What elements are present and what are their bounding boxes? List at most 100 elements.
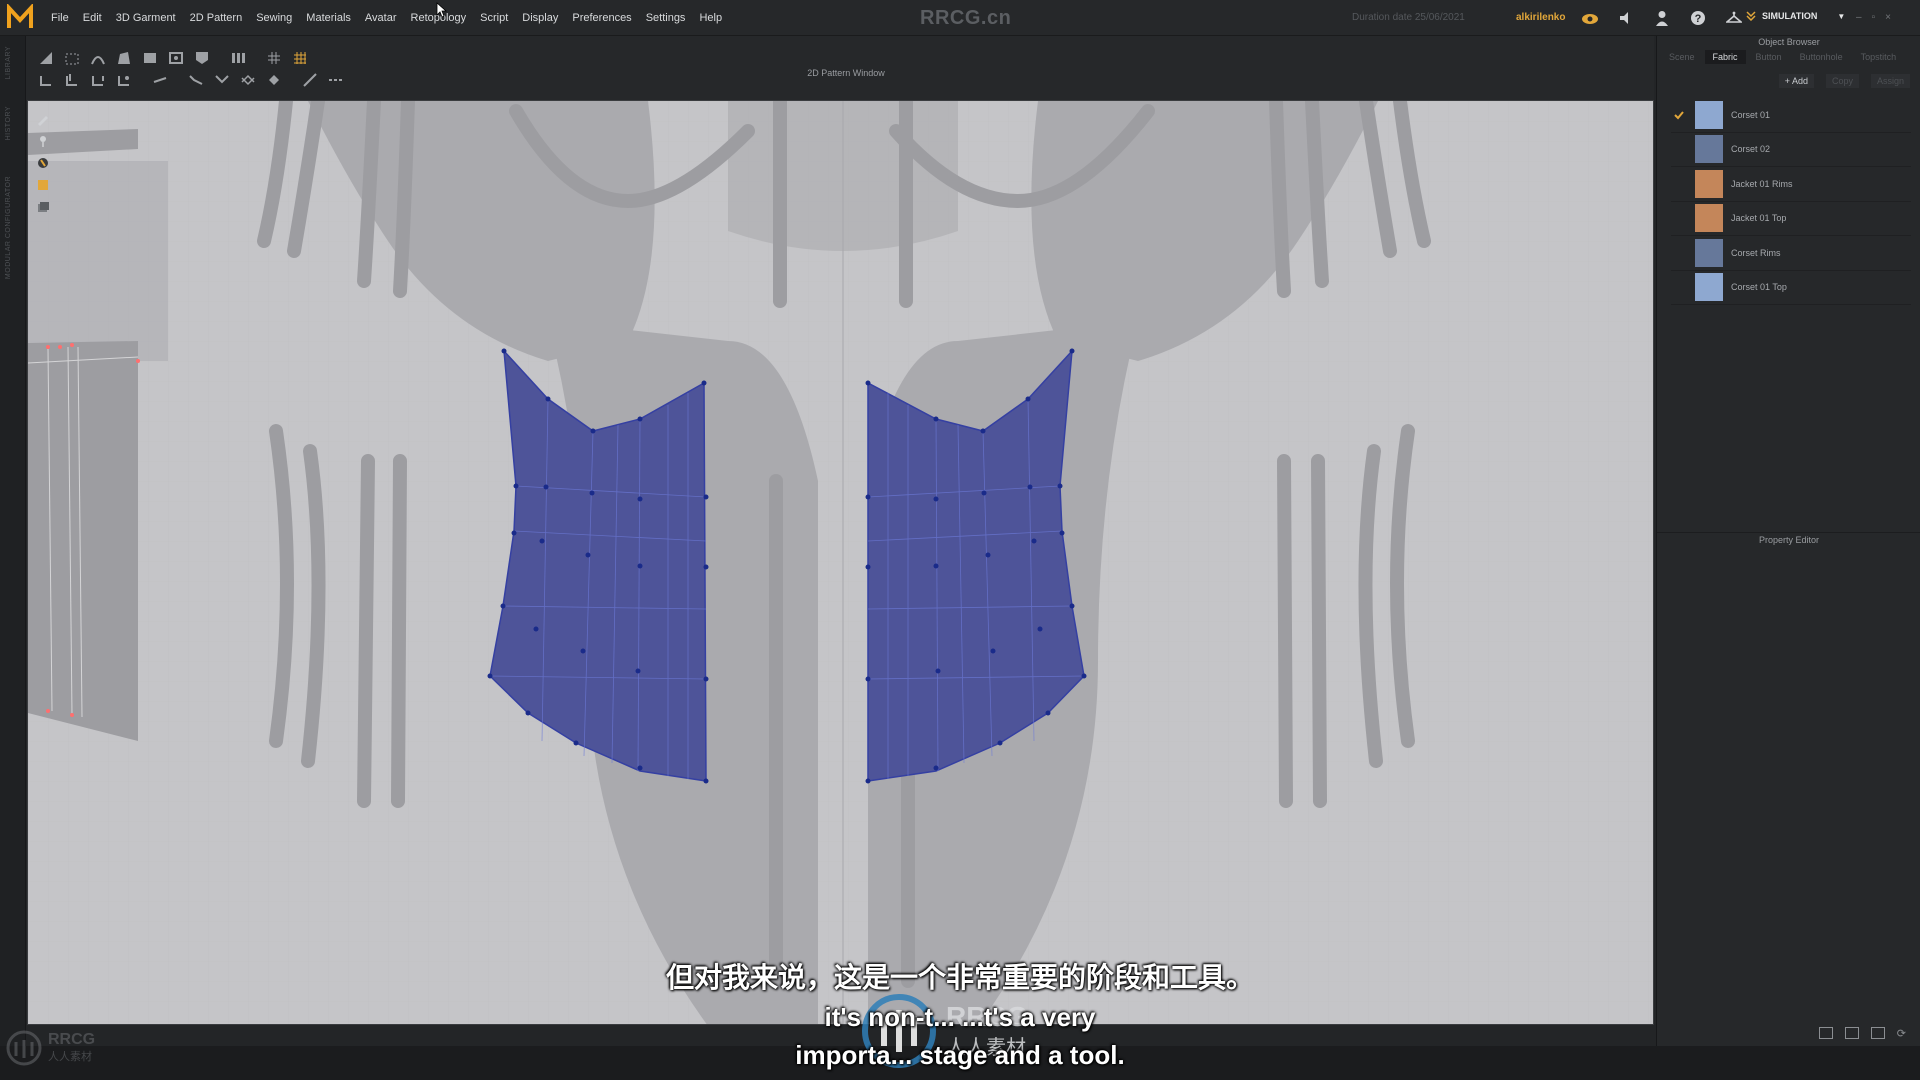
menu-sewing[interactable]: Sewing xyxy=(249,0,299,36)
history-tab[interactable]: HISTORY xyxy=(5,106,12,140)
object-browser-tabs: Scene Fabric Button Buttonhole Topstitch xyxy=(1661,50,1904,64)
tab-fabric[interactable]: Fabric xyxy=(1704,50,1746,64)
check-placeholder[interactable] xyxy=(1671,245,1687,261)
simulation-mode-dropdown[interactable]: SIMULATION ▼ xyxy=(1746,11,1845,21)
corner-watermark-text: RRCG 人人素材 xyxy=(48,1032,95,1064)
mode-icon xyxy=(1746,11,1756,21)
check-placeholder[interactable] xyxy=(1671,279,1687,295)
refresh-icon[interactable]: ⟳ xyxy=(1897,1027,1906,1040)
assign-fabric-button[interactable]: Assign xyxy=(1870,74,1910,88)
internal-lines-icon[interactable] xyxy=(228,48,248,68)
chevron-down-icon: ▼ xyxy=(1837,11,1846,21)
grading-icon[interactable] xyxy=(290,48,310,68)
menu-bar: File Edit 3D Garment 2D Pattern Sewing M… xyxy=(0,0,1920,36)
pattern-toolbar-area: 2D Pattern Window xyxy=(26,36,1654,100)
fabric-swatch[interactable] xyxy=(1695,204,1723,233)
corner-brand-sub: 人人素材 xyxy=(48,1051,92,1063)
menu-display[interactable]: Display xyxy=(515,0,565,36)
fabric-swatch[interactable] xyxy=(1695,169,1723,198)
pattern-drawing xyxy=(28,101,1653,1024)
fabric-swatch[interactable] xyxy=(1695,273,1723,302)
tab-scene[interactable]: Scene xyxy=(1661,50,1703,64)
brush-icon[interactable] xyxy=(34,154,52,172)
fabric-item[interactable]: Corset 01 Top xyxy=(1671,271,1911,305)
edit-curvature-icon[interactable] xyxy=(88,48,108,68)
fabric-name: Jacket 01 Top xyxy=(1731,213,1787,224)
check-placeholder[interactable] xyxy=(1671,210,1687,226)
menu-file[interactable]: File xyxy=(44,0,76,36)
rectangle-icon[interactable] xyxy=(140,48,160,68)
center-watermark: RRCG 人人素材 xyxy=(860,992,1028,1070)
texture-icon[interactable] xyxy=(34,176,52,194)
fabric-name: Corset 01 Top xyxy=(1731,282,1787,293)
edit-pen-icon[interactable] xyxy=(34,110,52,128)
grid-view-icon[interactable] xyxy=(1870,1027,1885,1039)
polygon-icon[interactable] xyxy=(114,48,134,68)
tab-topstitch[interactable]: Topstitch xyxy=(1853,50,1905,64)
menu-preferences[interactable]: Preferences xyxy=(565,0,638,36)
fabric-name: Corset Rims xyxy=(1731,247,1781,258)
check-placeholder[interactable] xyxy=(1671,176,1687,192)
fabric-item[interactable]: Corset Rims xyxy=(1671,236,1911,271)
menu-script[interactable]: Script xyxy=(473,0,515,36)
left-side-tabs: LIBRARY HISTORY MODULAR CONFIGURATOR xyxy=(0,36,26,1046)
rrcg-logo-icon xyxy=(6,1030,42,1066)
corner-brand: RRCG xyxy=(48,1031,96,1048)
center-watermark-brand: RRCG xyxy=(946,1000,1029,1032)
object-browser-panel: Object Browser Scene Fabric Button Butto… xyxy=(1656,36,1920,1046)
split-view-icon[interactable] xyxy=(1844,1027,1859,1039)
object-browser-title: Object Browser xyxy=(1758,37,1820,47)
copy-fabric-button[interactable]: Copy xyxy=(1825,74,1859,88)
edit-pattern-icon[interactable] xyxy=(62,48,82,68)
menu-3d-garment[interactable]: 3D Garment xyxy=(109,0,183,36)
user-name[interactable]: alkirilenko xyxy=(1516,12,1565,23)
fabric-swatch[interactable] xyxy=(1695,135,1723,164)
single-view-icon[interactable] xyxy=(1818,1027,1833,1039)
fabric-name: Corset 02 xyxy=(1731,144,1771,155)
corner-watermark: RRCG 人人素材 xyxy=(6,1030,95,1066)
menu-help[interactable]: Help xyxy=(692,0,729,36)
close-button[interactable]: × xyxy=(1885,12,1891,23)
check-placeholder[interactable] xyxy=(1671,141,1687,157)
app-logo-icon[interactable] xyxy=(6,2,34,32)
pin-icon[interactable] xyxy=(34,132,52,150)
menu-2d-pattern[interactable]: 2D Pattern xyxy=(183,0,250,36)
fabric-item[interactable]: Corset 02 xyxy=(1671,133,1911,167)
library-tab[interactable]: LIBRARY xyxy=(5,46,12,79)
main-menu: File Edit 3D Garment 2D Pattern Sewing M… xyxy=(44,0,729,36)
menu-settings[interactable]: Settings xyxy=(639,0,693,36)
circle-icon[interactable] xyxy=(166,48,186,68)
restore-button[interactable]: ▫ xyxy=(1872,12,1876,23)
tab-buttonhole[interactable]: Buttonhole xyxy=(1792,50,1851,64)
license-status: Duration date 25/06/2021 xyxy=(1352,12,1465,23)
hanger-icon[interactable] xyxy=(1724,8,1744,28)
menu-materials[interactable]: Materials xyxy=(299,0,358,36)
fabric-swatch[interactable] xyxy=(1695,238,1723,267)
fabric-name: Jacket 01 Rims xyxy=(1731,178,1793,189)
menu-edit[interactable]: Edit xyxy=(76,0,109,36)
modular-configurator-tab[interactable]: MODULAR CONFIGURATOR xyxy=(5,176,12,279)
fabric-item[interactable]: Corset 01 xyxy=(1671,98,1911,133)
layer-icon[interactable] xyxy=(34,198,52,216)
window-controls: – ▫ × xyxy=(1856,12,1891,23)
add-fabric-button[interactable]: + Add xyxy=(1778,74,1814,88)
top-icon-group: ? xyxy=(1580,8,1744,28)
cloud-icon[interactable] xyxy=(1580,8,1600,28)
check-icon[interactable] xyxy=(1671,107,1687,123)
help-icon[interactable]: ? xyxy=(1688,8,1708,28)
dart-icon[interactable] xyxy=(192,48,212,68)
grid-lines-icon[interactable] xyxy=(264,48,284,68)
fabric-item[interactable]: Jacket 01 Top xyxy=(1671,202,1911,236)
minimize-button[interactable]: – xyxy=(1856,12,1862,23)
pattern-window-title: 2D Pattern Window xyxy=(807,68,885,78)
fabric-actions: + Add Copy Assign xyxy=(1778,74,1910,88)
pattern-canvas[interactable] xyxy=(27,100,1654,1025)
watermark-brand: RRCG.cn xyxy=(920,7,1012,29)
fabric-swatch[interactable] xyxy=(1695,100,1723,129)
tab-button[interactable]: Button xyxy=(1748,50,1790,64)
transform-pattern-icon[interactable] xyxy=(36,48,56,68)
user-icon[interactable] xyxy=(1652,8,1672,28)
speaker-icon[interactable] xyxy=(1616,8,1636,28)
menu-avatar[interactable]: Avatar xyxy=(358,0,404,36)
fabric-item[interactable]: Jacket 01 Rims xyxy=(1671,167,1911,202)
